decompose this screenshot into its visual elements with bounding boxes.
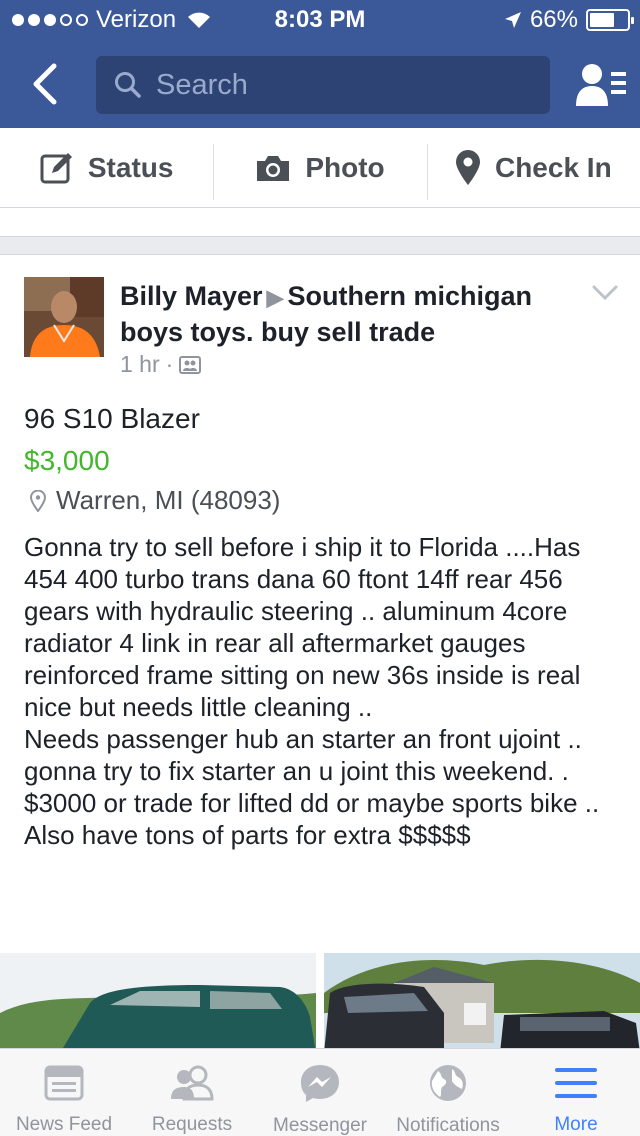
menu-icon — [554, 1063, 598, 1102]
tab-messenger[interactable]: Messenger — [256, 1049, 384, 1136]
post-meta: 1 hr · — [120, 351, 202, 378]
post-header: Billy Mayer ▶ Southern michigan boys toys.… — [120, 279, 570, 349]
listing-photo-1[interactable] — [0, 953, 316, 1053]
location-pin-icon — [30, 489, 46, 512]
battery-icon — [586, 9, 634, 31]
photo-button[interactable]: Photo — [213, 128, 426, 207]
post-body-text: Gonna try to sell before i ship it to Fl… — [24, 532, 600, 850]
location-arrow-icon — [504, 12, 521, 28]
avatar[interactable] — [24, 277, 104, 357]
listing-title: 96 S10 Blazer — [24, 403, 200, 434]
tab-more[interactable]: More — [512, 1049, 640, 1136]
location-text: Warren, MI (48093) — [56, 485, 281, 515]
shared-to-arrow-icon: ▶ — [266, 285, 284, 310]
status-label: Status — [87, 151, 174, 183]
post-time[interactable]: 1 hr — [120, 351, 160, 378]
edit-status-icon — [40, 152, 72, 183]
tab-requests[interactable]: Requests — [128, 1049, 256, 1136]
bottom-tab-bar: News Feed Requests Messenger Notificatio… — [0, 1048, 640, 1136]
listing-price: $3,000 — [24, 445, 110, 476]
meta-separator: · — [165, 351, 174, 377]
listing-photos — [0, 953, 640, 1053]
battery-fill — [590, 13, 614, 27]
globe-icon — [426, 1063, 470, 1103]
listing-location: Warren, MI (48093) — [30, 485, 280, 516]
listing-photo-2[interactable] — [324, 953, 640, 1053]
status-button[interactable]: Status — [0, 128, 213, 207]
tab-label: News Feed — [15, 1114, 113, 1135]
tab-label: More — [554, 1114, 598, 1135]
tab-news-feed[interactable]: News Feed — [0, 1049, 128, 1136]
top-bar: Verizon 8:03 PM 66% Search — [0, 0, 640, 128]
search-bar[interactable]: Search — [96, 56, 550, 114]
location-pin-icon — [455, 149, 480, 185]
tab-label: Requests — [151, 1114, 233, 1135]
profile-photo — [24, 277, 104, 357]
photo-label: Photo — [305, 151, 385, 183]
check-in-button[interactable]: Check In — [426, 128, 640, 207]
check-in-label: Check In — [494, 151, 612, 183]
messenger-icon — [298, 1063, 342, 1103]
previous-story-edge — [0, 208, 640, 237]
friend-requests-icon — [170, 1063, 214, 1102]
post-options-chevron-icon[interactable] — [592, 285, 618, 301]
friends-list-icon[interactable] — [576, 62, 628, 108]
tab-label: Notifications — [396, 1115, 500, 1136]
tab-label: Messenger — [273, 1115, 367, 1136]
camera-icon — [257, 155, 290, 181]
status-right: 66% — [504, 6, 634, 34]
marketplace-post: Billy Mayer ▶ Southern michigan boys toys.… — [0, 254, 640, 1054]
author-name[interactable]: Billy Mayer — [120, 281, 263, 311]
composer-bar: Status Photo Check In — [0, 128, 640, 208]
battery-percent: 66% — [529, 6, 578, 33]
search-placeholder: Search — [156, 68, 248, 101]
search-icon — [115, 72, 141, 98]
news-feed-icon — [42, 1063, 86, 1102]
tab-notifications[interactable]: Notifications — [384, 1049, 512, 1136]
status-bar: Verizon 8:03 PM 66% — [0, 0, 640, 40]
back-chevron-icon[interactable] — [26, 62, 66, 106]
group-audience-icon — [179, 355, 202, 374]
